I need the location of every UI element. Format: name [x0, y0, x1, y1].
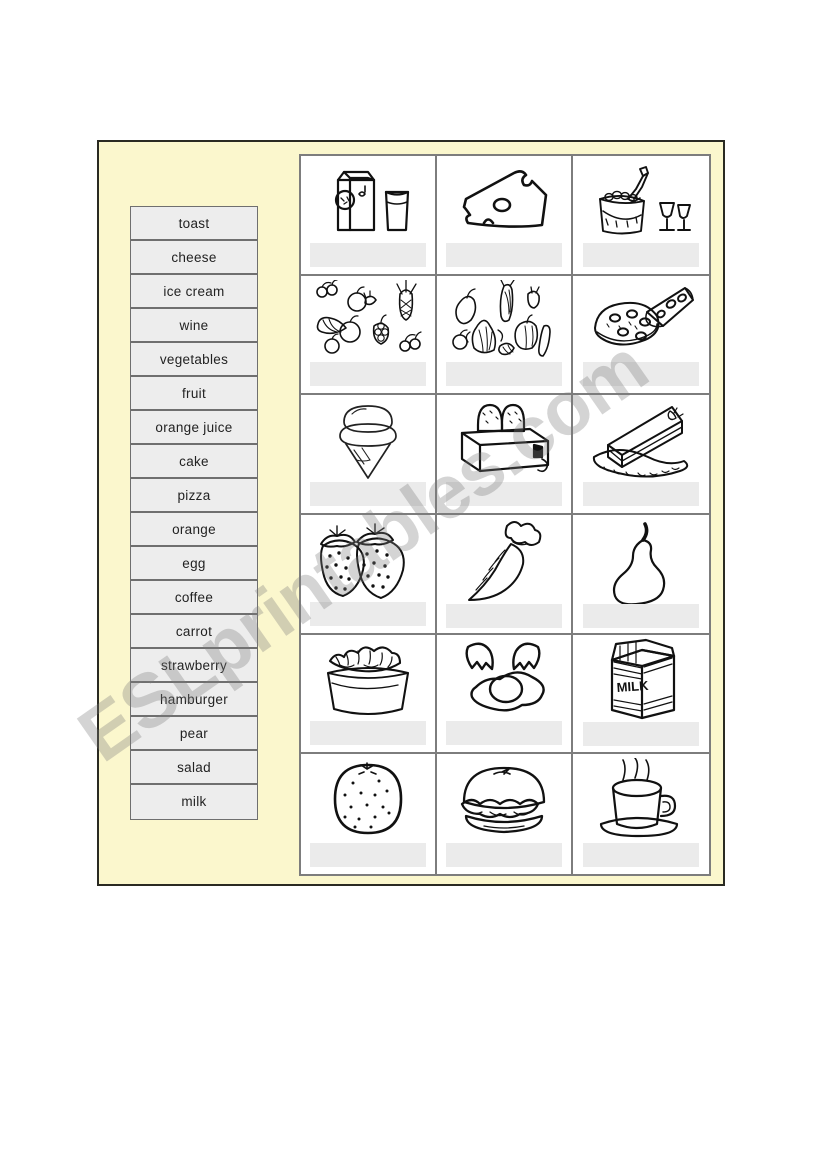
orange-juice-carton-and-glass-icon [301, 156, 435, 243]
picture-cell[interactable] [573, 275, 709, 396]
assorted-fruit-icon [301, 276, 435, 363]
answer-blank[interactable] [446, 721, 562, 746]
hamburger-icon [437, 754, 571, 843]
cheese-wedge-icon [437, 156, 571, 243]
coffee-cup-on-saucer-icon [573, 754, 709, 843]
answer-blank[interactable] [582, 842, 700, 867]
word-bank-item[interactable]: orange juice [131, 411, 257, 445]
answer-blank[interactable] [310, 242, 426, 267]
answer-blank[interactable] [582, 242, 700, 267]
answer-blank[interactable] [310, 362, 426, 387]
picture-cell[interactable] [301, 275, 437, 396]
answer-blank[interactable] [582, 721, 700, 746]
word-bank-item[interactable]: strawberry [131, 649, 257, 683]
word-bank-item[interactable]: egg [131, 547, 257, 581]
picture-cell[interactable] [573, 395, 709, 515]
answer-blank[interactable] [446, 242, 562, 267]
egg-with-cracked-shell-icon [437, 635, 571, 722]
answer-blank[interactable] [310, 721, 426, 746]
pear-icon [573, 515, 709, 604]
picture-cell[interactable] [301, 156, 437, 276]
picture-cell[interactable] [301, 395, 437, 515]
cake-slice-on-plate-icon [573, 395, 709, 482]
word-bank-item[interactable]: salad [131, 751, 257, 785]
answer-blank[interactable] [446, 362, 562, 387]
word-bank: toast cheese ice cream wine vegetables f… [130, 206, 258, 820]
answer-blank[interactable] [446, 481, 562, 506]
word-bank-item[interactable]: vegetables [131, 343, 257, 377]
carrot-icon [437, 515, 571, 604]
word-bank-item[interactable]: hamburger [131, 683, 257, 717]
picture-cell[interactable] [437, 514, 573, 635]
ice-cream-cone-icon [301, 395, 435, 482]
answer-blank[interactable] [582, 481, 700, 506]
word-bank-item[interactable]: pizza [131, 479, 257, 513]
orange-fruit-icon [301, 754, 435, 843]
answer-blank[interactable] [582, 362, 700, 387]
salad-bowl-icon [301, 635, 435, 722]
picture-cell[interactable] [437, 275, 573, 396]
assorted-vegetables-icon [437, 276, 571, 363]
word-bank-item[interactable]: pear [131, 717, 257, 751]
word-bank-item[interactable]: orange [131, 513, 257, 547]
picture-grid: MILK [299, 154, 711, 876]
milk-carton-icon: MILK [573, 635, 709, 722]
toaster-with-toast-icon [437, 395, 571, 482]
picture-cell[interactable] [573, 514, 709, 635]
picture-cell[interactable] [437, 395, 573, 515]
picture-cell[interactable] [437, 754, 573, 874]
answer-blank[interactable] [310, 842, 426, 867]
word-bank-item[interactable]: milk [131, 785, 257, 819]
answer-blank[interactable] [446, 603, 562, 628]
word-bank-item[interactable]: coffee [131, 581, 257, 615]
picture-cell[interactable] [301, 754, 437, 874]
word-bank-item[interactable]: cake [131, 445, 257, 479]
word-bank-item[interactable]: cheese [131, 241, 257, 275]
word-bank-item[interactable]: ice cream [131, 275, 257, 309]
word-bank-item[interactable]: toast [131, 207, 257, 241]
picture-cell[interactable] [437, 634, 573, 755]
answer-blank[interactable] [582, 603, 700, 628]
picture-cell[interactable] [301, 514, 437, 635]
answer-blank[interactable] [310, 601, 426, 626]
picture-cell[interactable]: MILK [573, 634, 709, 755]
answer-blank[interactable] [310, 482, 426, 507]
wine-bottle-in-ice-bucket-with-glasses-icon [573, 156, 709, 243]
picture-cell[interactable] [573, 754, 709, 874]
picture-cell[interactable] [573, 156, 709, 276]
picture-cell[interactable] [301, 634, 437, 755]
word-bank-item[interactable]: wine [131, 309, 257, 343]
worksheet-panel: toast cheese ice cream wine vegetables f… [97, 140, 725, 886]
answer-blank[interactable] [446, 842, 562, 867]
word-bank-item[interactable]: carrot [131, 615, 257, 649]
word-bank-item[interactable]: fruit [131, 377, 257, 411]
svg-text:MILK: MILK [616, 677, 649, 694]
picture-cell[interactable] [437, 156, 573, 276]
strawberries-icon [301, 515, 435, 602]
pizza-with-slice-icon [573, 276, 709, 363]
